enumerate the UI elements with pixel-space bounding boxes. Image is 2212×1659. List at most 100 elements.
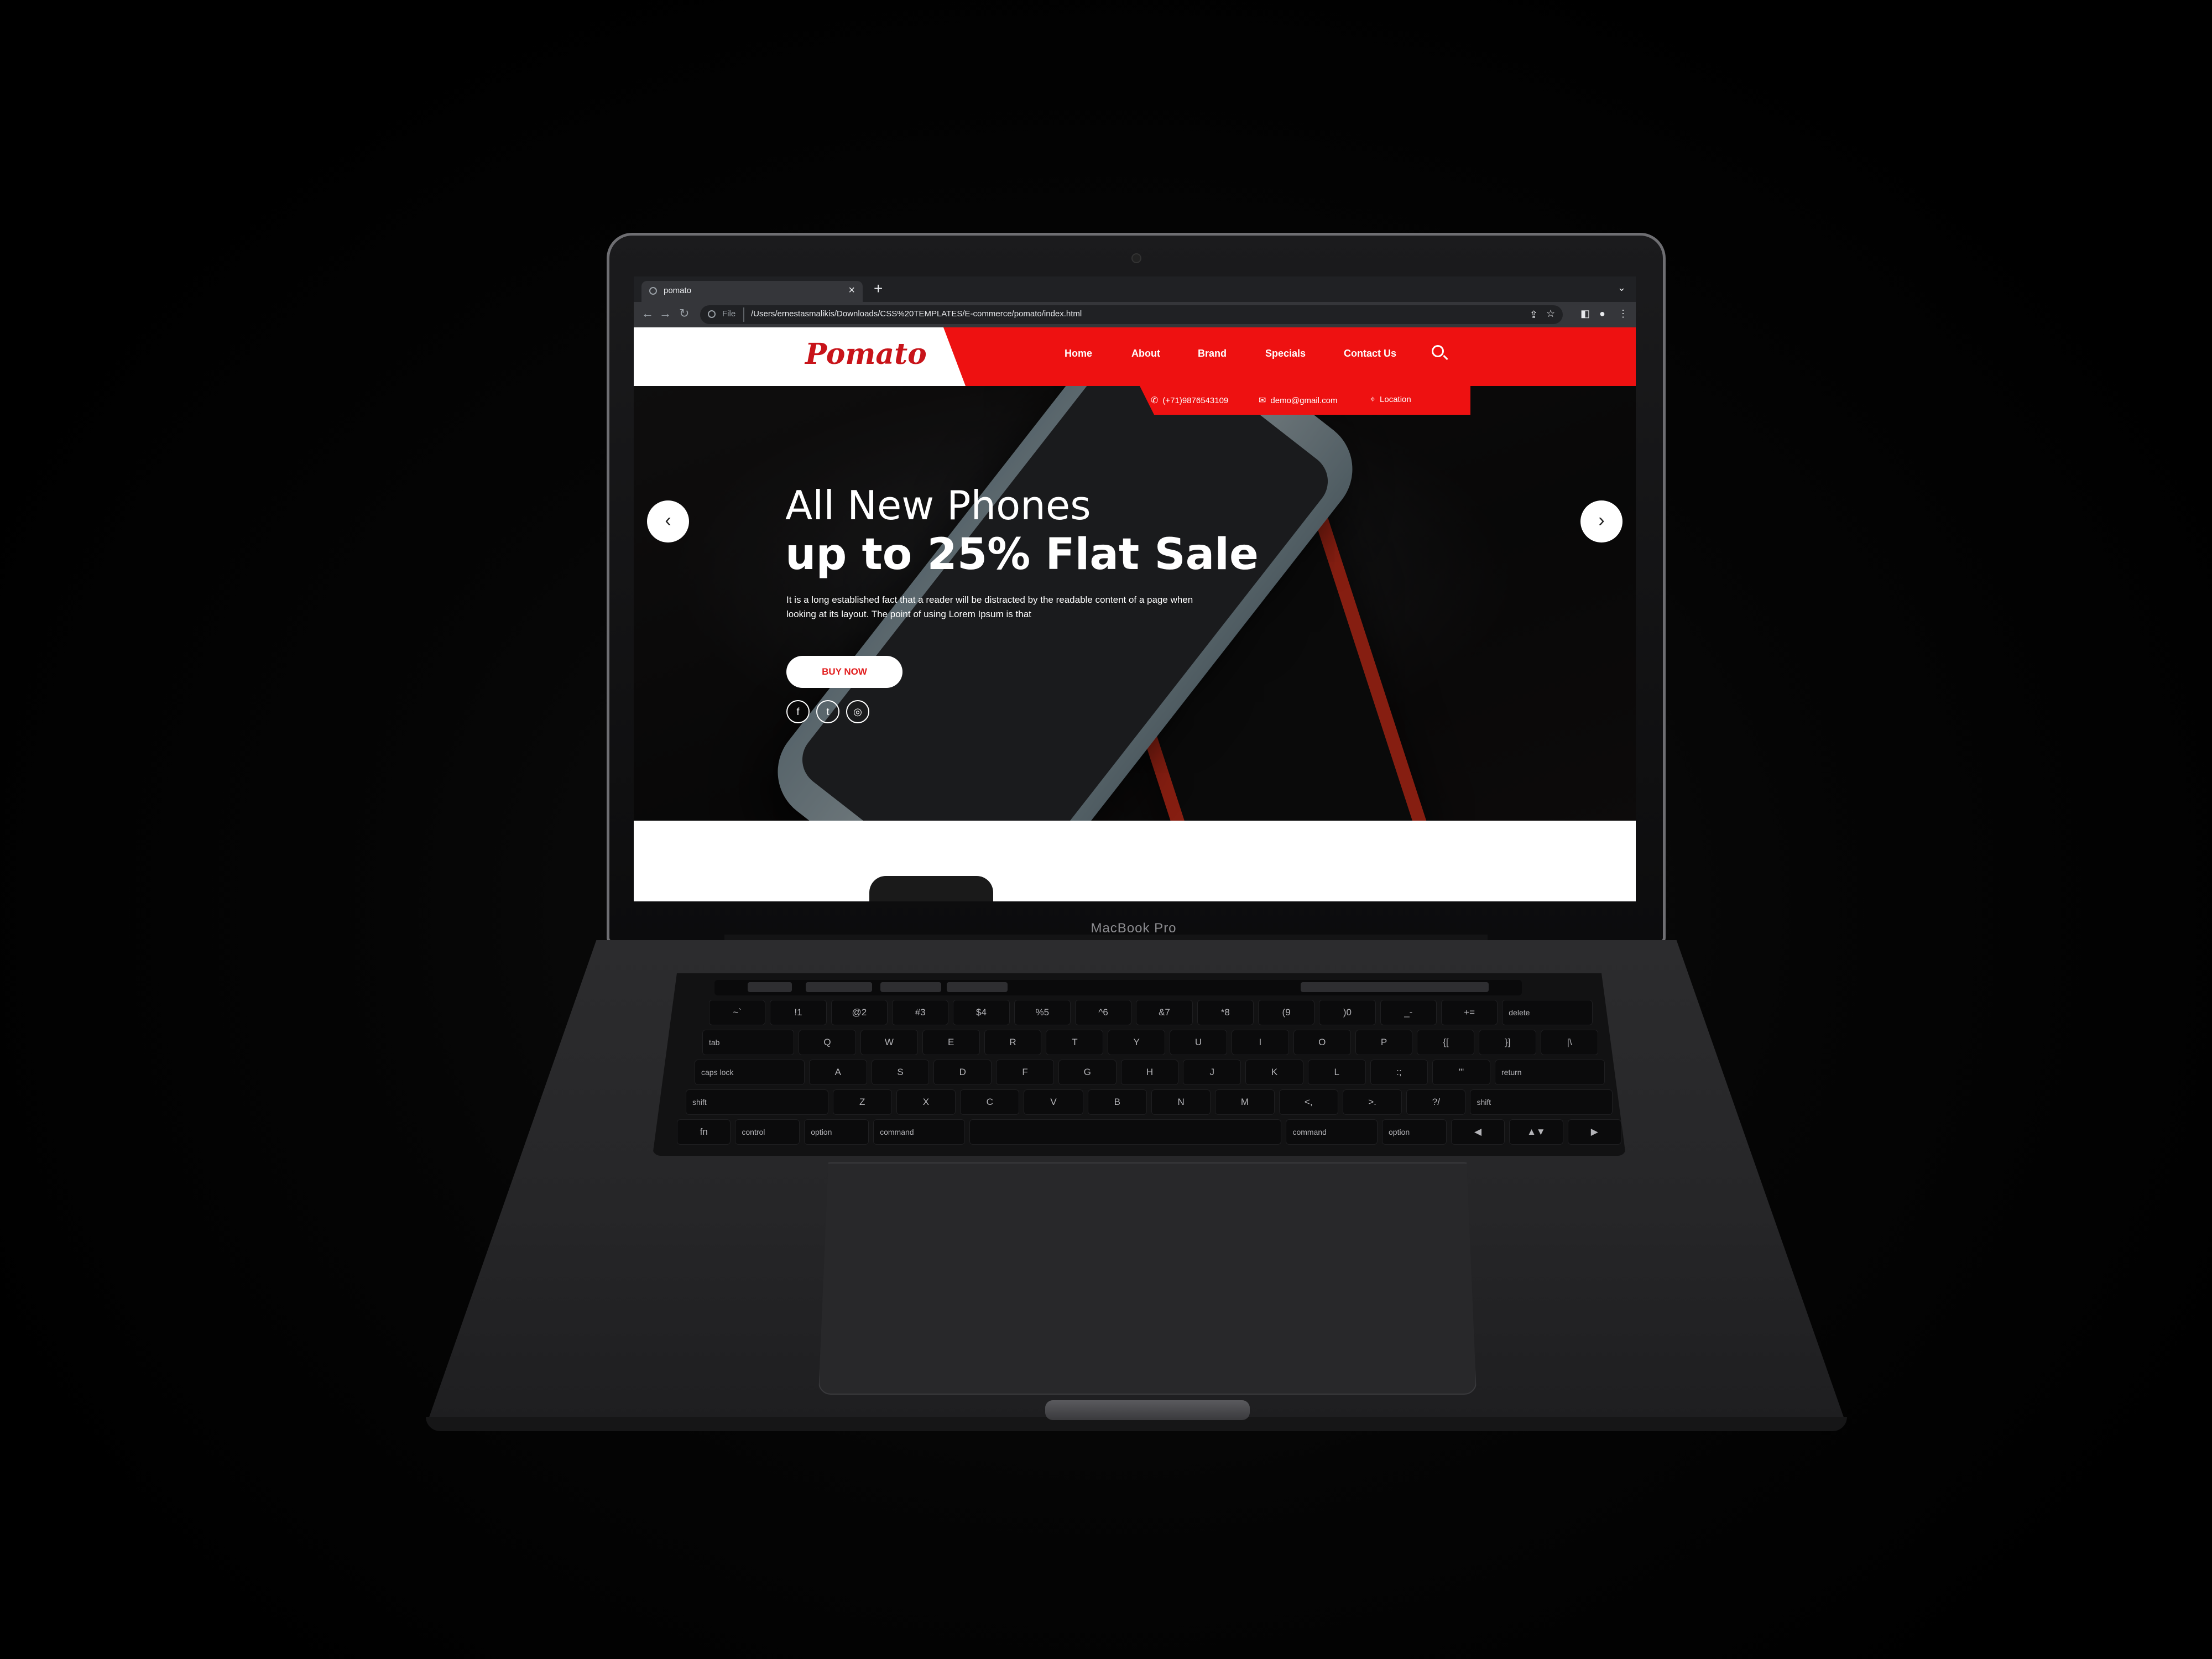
keyboard-key[interactable]: Z [832, 1089, 892, 1115]
trackpad[interactable] [818, 1162, 1477, 1395]
menu-icon[interactable]: ⋮ [1618, 308, 1628, 320]
new-tab-button[interactable]: + [874, 280, 883, 298]
keyboard-key[interactable]: command [1286, 1119, 1378, 1145]
keyboard-key[interactable]: ◀ [1451, 1119, 1505, 1145]
keyboard-key[interactable]: shift [1470, 1089, 1613, 1115]
keyboard-key[interactable]: ▲▼ [1509, 1119, 1563, 1145]
info-icon[interactable] [708, 310, 716, 318]
keyboard-key[interactable]: >. [1342, 1089, 1402, 1115]
keyboard-key[interactable]: option [1382, 1119, 1447, 1145]
keyboard-key[interactable]: command [873, 1119, 965, 1145]
nav-specials[interactable]: Specials [1265, 348, 1306, 359]
keyboard-key[interactable]: E [922, 1030, 980, 1055]
chevron-down-icon[interactable]: ⌄ [1618, 282, 1626, 294]
keyboard-key[interactable]: <, [1279, 1089, 1338, 1115]
twitter-icon[interactable]: t [816, 700, 839, 723]
site-logo[interactable]: Pomato [805, 337, 927, 371]
keyboard-key[interactable]: ^6 [1074, 1000, 1132, 1025]
keyboard-key[interactable]: D [933, 1060, 992, 1085]
keyboard-key[interactable]: Q [799, 1030, 856, 1055]
keyboard-key[interactable]: N [1151, 1089, 1211, 1115]
profile-icon[interactable]: ● [1599, 308, 1605, 320]
keyboard-key[interactable]: tab [702, 1030, 795, 1055]
keyboard-key[interactable]: @2 [831, 1000, 888, 1025]
keyboard-key[interactable]: option [804, 1119, 869, 1145]
search-icon[interactable] [1432, 345, 1444, 357]
close-icon[interactable]: × [848, 284, 855, 297]
touchbar-heart-key[interactable] [806, 982, 872, 992]
keyboard-key[interactable]: shift [686, 1089, 828, 1115]
nav-about[interactable]: About [1131, 348, 1160, 359]
keyboard-key[interactable]: I [1231, 1030, 1289, 1055]
keyboard-key[interactable]: X [896, 1089, 956, 1115]
keyboard-key[interactable]: _- [1380, 1000, 1437, 1025]
touchbar-esc-key[interactable] [748, 982, 792, 992]
url-text[interactable]: /Users/ernestasmalikis/Downloads/CSS%20T… [751, 309, 1082, 319]
nav-contact-us[interactable]: Contact Us [1344, 348, 1396, 359]
touch-bar[interactable] [714, 980, 1522, 995]
contact-location[interactable]: ⌖ Location [1370, 395, 1411, 405]
keyboard-key[interactable]: ?/ [1406, 1089, 1466, 1115]
keyboard-key[interactable]: H [1120, 1060, 1179, 1085]
touchbar-toggle-key[interactable] [947, 982, 1008, 992]
keyboard-key[interactable]: delete [1502, 1000, 1593, 1025]
keyboard-key[interactable]: :; [1370, 1060, 1428, 1085]
reload-icon[interactable]: ↻ [679, 306, 689, 321]
keyboard-key[interactable]: G [1058, 1060, 1117, 1085]
keyboard-key[interactable]: &7 [1136, 1000, 1193, 1025]
touchbar-control-strip[interactable] [1301, 982, 1489, 992]
keyboard-key[interactable]: |\ [1541, 1030, 1598, 1055]
keyboard-key[interactable]: %5 [1014, 1000, 1071, 1025]
keyboard-key[interactable]: }] [1479, 1030, 1537, 1055]
keyboard-key[interactable]: J [1183, 1060, 1241, 1085]
keyboard-key[interactable]: V [1024, 1089, 1083, 1115]
keyboard-key[interactable]: return [1495, 1060, 1605, 1085]
keyboard-key[interactable] [969, 1119, 1282, 1145]
back-icon[interactable]: ← [641, 306, 654, 321]
contact-email[interactable]: ✉ demo@gmail.com [1259, 395, 1338, 406]
facebook-icon[interactable]: f [786, 700, 810, 723]
keyboard-key[interactable]: fn [677, 1119, 731, 1145]
keyboard-key[interactable]: $4 [953, 1000, 1010, 1025]
nav-home[interactable]: Home [1065, 348, 1092, 359]
touchbar-share-key[interactable] [880, 982, 941, 992]
forward-icon[interactable]: → [659, 306, 671, 321]
instagram-icon[interactable]: ◎ [846, 700, 869, 723]
keyboard-key[interactable]: A [808, 1060, 867, 1085]
keyboard-key[interactable]: ▶ [1567, 1119, 1621, 1145]
keyboard-key[interactable]: P [1355, 1030, 1413, 1055]
keyboard-key[interactable]: )0 [1319, 1000, 1376, 1025]
keyboard-key[interactable]: Y [1108, 1030, 1166, 1055]
keyboard-key[interactable]: U [1170, 1030, 1227, 1055]
keyboard-key[interactable]: B [1087, 1089, 1147, 1115]
keyboard-key[interactable]: !1 [770, 1000, 827, 1025]
keyboard-key[interactable]: W [860, 1030, 918, 1055]
carousel-prev-button[interactable]: ‹ [647, 500, 689, 542]
keyboard-key[interactable]: T [1046, 1030, 1104, 1055]
star-icon[interactable]: ☆ [1546, 308, 1555, 320]
keyboard-key[interactable]: #3 [891, 1000, 949, 1025]
browser-tab[interactable]: pomato × [641, 281, 863, 302]
keyboard-key[interactable]: S [871, 1060, 930, 1085]
contact-phone[interactable]: ✆ (+71)9876543109 [1151, 395, 1228, 406]
keyboard-key[interactable]: ~` [709, 1000, 766, 1025]
url-field[interactable]: File /Users/ernestasmalikis/Downloads/CS… [700, 305, 1563, 324]
keyboard-key[interactable]: C [960, 1089, 1020, 1115]
side-panel-icon[interactable]: ◧ [1580, 308, 1590, 320]
keyboard-key[interactable]: (9 [1258, 1000, 1315, 1025]
keyboard-key[interactable]: += [1441, 1000, 1498, 1025]
keyboard-key[interactable]: {[ [1417, 1030, 1475, 1055]
nav-brand[interactable]: Brand [1198, 348, 1227, 359]
keyboard-key[interactable]: *8 [1197, 1000, 1254, 1025]
keyboard-key[interactable]: control [735, 1119, 800, 1145]
keyboard-key[interactable]: R [984, 1030, 1042, 1055]
keyboard-key[interactable]: F [996, 1060, 1054, 1085]
keyboard-key[interactable]: O [1293, 1030, 1351, 1055]
carousel-next-button[interactable]: › [1580, 500, 1623, 542]
keyboard-key[interactable]: caps lock [695, 1060, 805, 1085]
buy-now-button[interactable]: BUY NOW [786, 656, 902, 688]
share-icon[interactable]: ⇪ [1530, 309, 1538, 321]
keyboard-key[interactable]: "' [1432, 1060, 1490, 1085]
keyboard-key[interactable]: L [1307, 1060, 1366, 1085]
keyboard-key[interactable]: K [1245, 1060, 1303, 1085]
